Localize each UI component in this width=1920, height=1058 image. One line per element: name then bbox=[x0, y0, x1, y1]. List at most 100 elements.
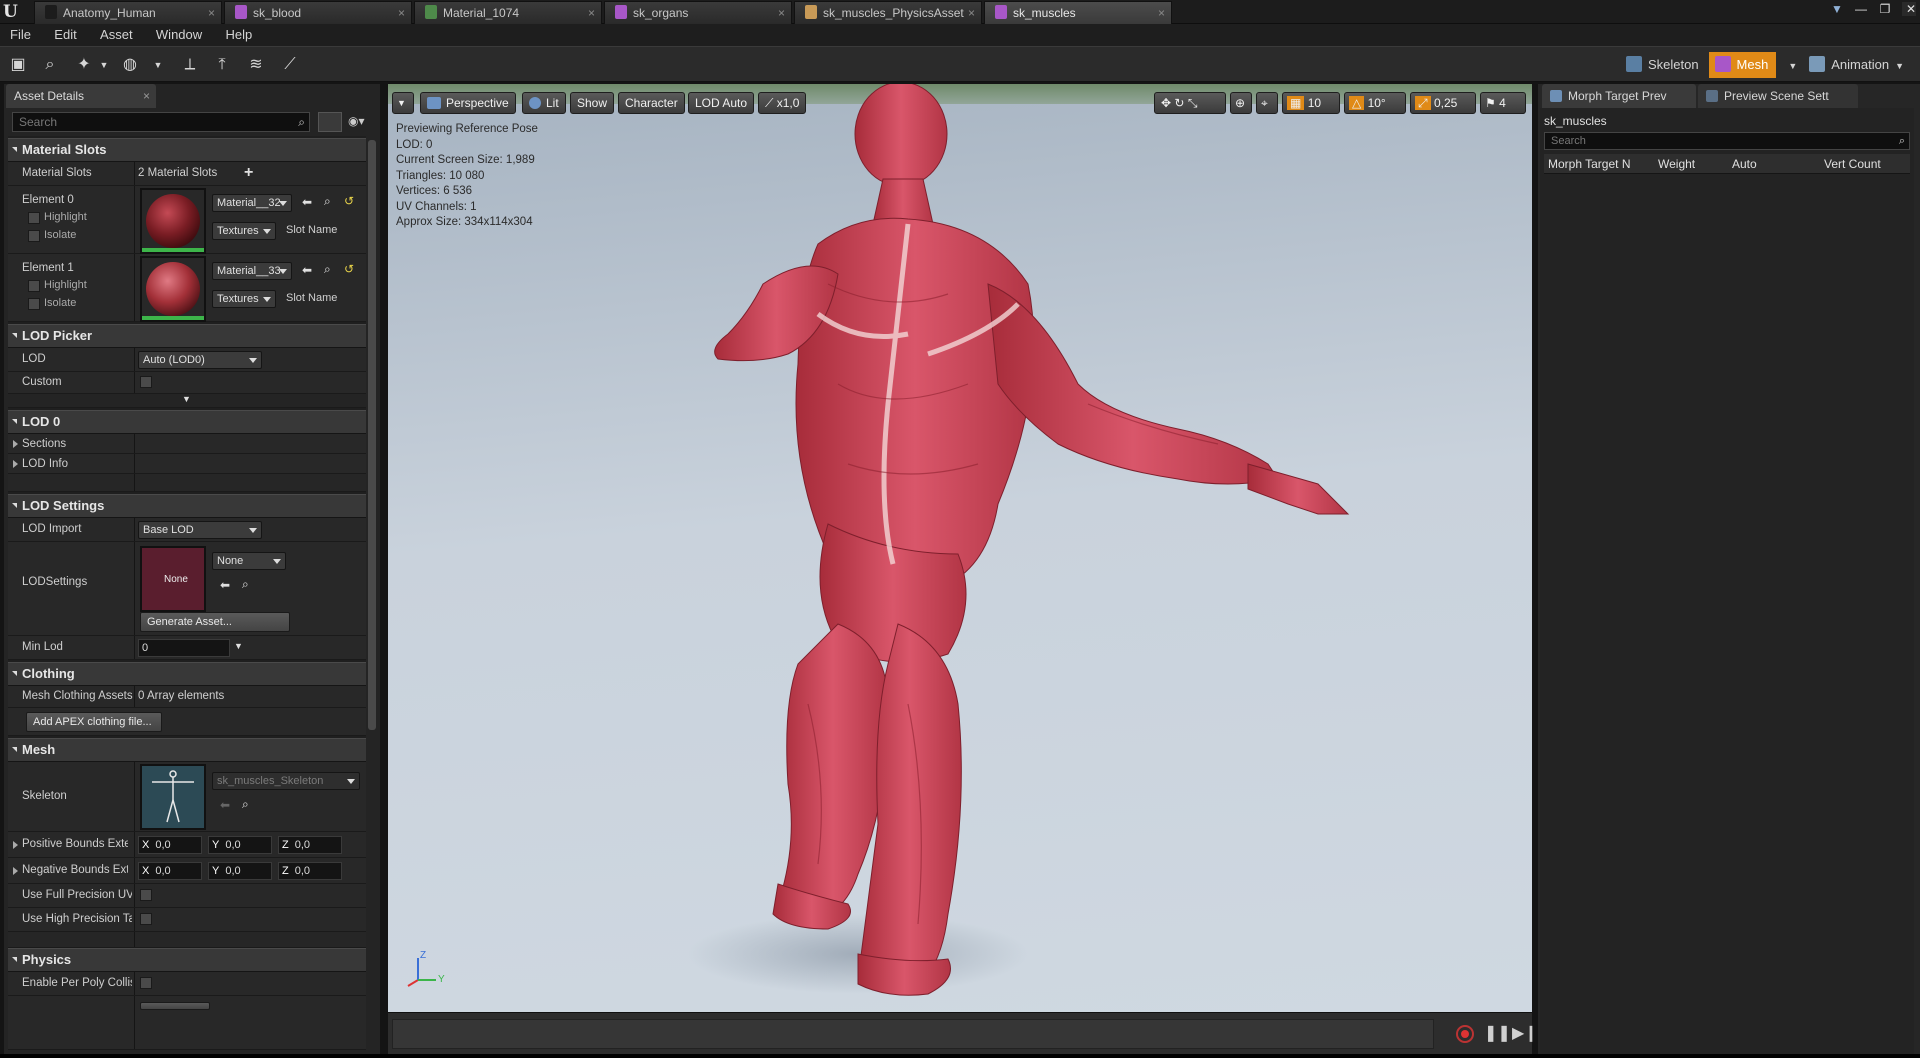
category-lod-picker[interactable]: LOD Picker bbox=[8, 324, 366, 348]
details-search-input[interactable]: Search ⌕ bbox=[12, 112, 310, 132]
high-precision-tangent-checkbox[interactable] bbox=[140, 913, 152, 925]
lod-auto-button[interactable]: LOD Auto bbox=[688, 92, 755, 114]
tab-material-1074[interactable]: Material_1074 × bbox=[414, 1, 602, 24]
morph-target-preview-tab[interactable]: Morph Target Prev bbox=[1542, 84, 1696, 108]
scale-snap-button[interactable]: ⤢ 0,25 bbox=[1410, 92, 1476, 114]
morph-search-input[interactable]: Search ⌕ bbox=[1544, 132, 1910, 150]
tab-sk-muscles-physicsasset[interactable]: sk_muscles_PhysicsAsset × bbox=[794, 1, 982, 24]
lod-import-combo[interactable]: Base LOD bbox=[138, 521, 262, 539]
textures-combo[interactable]: Textures bbox=[212, 222, 276, 240]
min-lod-input[interactable]: 0 bbox=[138, 639, 230, 657]
column-auto[interactable]: Auto bbox=[1732, 157, 1757, 171]
brush-icon[interactable]: ⟋ bbox=[278, 53, 302, 77]
rotate-icon[interactable]: ↻ bbox=[1174, 96, 1184, 110]
browse-icon[interactable]: ⌕ bbox=[242, 797, 249, 812]
grid-snap-button[interactable]: ▦ 10 bbox=[1282, 92, 1340, 114]
layers-icon[interactable]: ≋ bbox=[244, 53, 268, 77]
category-clothing[interactable]: Clothing bbox=[8, 662, 366, 686]
step-forward-icon[interactable]: ▶❙ bbox=[1512, 1023, 1538, 1043]
sections-row[interactable]: Sections bbox=[8, 434, 366, 454]
record-button[interactable] bbox=[1456, 1025, 1474, 1043]
use-selected-arrow-icon[interactable]: ⬅ bbox=[220, 578, 230, 592]
menu-asset[interactable]: Asset bbox=[90, 24, 143, 46]
save-icon[interactable]: ▣ bbox=[6, 53, 30, 77]
scale-icon[interactable]: ⤡ bbox=[1188, 96, 1198, 110]
reset-icon[interactable]: ↺ bbox=[344, 262, 354, 276]
notification-icon[interactable]: ▼ bbox=[1830, 2, 1844, 16]
tab-sk-organs[interactable]: sk_organs × bbox=[604, 1, 792, 24]
minimize-button[interactable]: — bbox=[1854, 2, 1868, 16]
category-lod-0[interactable]: LOD 0 bbox=[8, 410, 366, 434]
expand-icon[interactable] bbox=[13, 867, 18, 875]
close-icon[interactable]: × bbox=[143, 84, 150, 108]
animation-mode-button[interactable]: Animation ▼ bbox=[1803, 52, 1912, 78]
mesh-mode-button[interactable]: Mesh bbox=[1708, 52, 1777, 78]
isolate-checkbox[interactable] bbox=[28, 230, 40, 242]
lod-info-row[interactable]: LOD Info bbox=[8, 454, 366, 474]
preview-viewport[interactable]: ▼ Perspective Lit Show Character LOD Aut… bbox=[388, 84, 1532, 1012]
menu-edit[interactable]: Edit bbox=[44, 24, 86, 46]
close-tab-icon[interactable]: × bbox=[398, 2, 405, 24]
generate-asset-button[interactable]: Generate Asset... bbox=[140, 612, 290, 632]
angle-snap-button[interactable]: △ 10° bbox=[1344, 92, 1406, 114]
maximize-button[interactable]: ❐ bbox=[1878, 2, 1892, 16]
close-window-button[interactable]: ✕ bbox=[1902, 2, 1916, 16]
browse-icon[interactable]: ⌕ bbox=[324, 194, 331, 209]
menu-file[interactable]: File bbox=[0, 24, 41, 46]
details-scrollbar[interactable] bbox=[368, 140, 376, 730]
positive-bounds-y-input[interactable]: Y 0,0 bbox=[208, 836, 272, 854]
category-lod-settings[interactable]: LOD Settings bbox=[8, 494, 366, 518]
close-tab-icon[interactable]: × bbox=[778, 2, 785, 24]
use-selected-arrow-icon[interactable]: ⬅ bbox=[302, 263, 312, 277]
positive-bounds-z-input[interactable]: Z 0,0 bbox=[278, 836, 342, 854]
chevron-down-icon[interactable]: ▼ bbox=[92, 53, 116, 77]
lit-button[interactable]: Lit bbox=[522, 92, 566, 114]
mode-dropdown[interactable]: ▼ bbox=[1778, 52, 1802, 78]
tab-sk-muscles[interactable]: sk_muscles × bbox=[984, 1, 1172, 24]
column-vert-count[interactable]: Vert Count bbox=[1824, 157, 1881, 171]
lodsettings-thumbnail[interactable]: None bbox=[140, 546, 206, 612]
highlight-checkbox[interactable] bbox=[28, 212, 40, 224]
browse-icon[interactable]: ⌕ bbox=[324, 262, 331, 277]
timeline-scrubber[interactable] bbox=[392, 1019, 1434, 1049]
viewport-options-button[interactable]: ▼ bbox=[392, 92, 414, 114]
lod-combo[interactable]: Auto (LOD0) bbox=[138, 351, 262, 369]
category-mesh[interactable]: Mesh bbox=[8, 738, 366, 762]
close-tab-icon[interactable]: × bbox=[588, 2, 595, 24]
character-button[interactable]: Character bbox=[618, 92, 685, 114]
add-apex-clothing-button[interactable]: Add APEX clothing file... bbox=[26, 712, 162, 732]
material-thumbnail[interactable] bbox=[140, 256, 206, 322]
preview-scene-settings-tab[interactable]: Preview Scene Sett bbox=[1698, 84, 1858, 108]
material-thumbnail[interactable] bbox=[140, 188, 206, 254]
isolate-checkbox[interactable] bbox=[28, 298, 40, 310]
transform-tools[interactable]: ✥ ↻ ⤡ bbox=[1154, 92, 1226, 114]
enable-per-poly-checkbox[interactable] bbox=[140, 977, 152, 989]
reset-icon[interactable]: ↺ bbox=[344, 194, 354, 208]
pause-icon[interactable]: ❚❚ bbox=[1484, 1023, 1511, 1043]
chevron-down-icon[interactable]: ▼ bbox=[146, 53, 170, 77]
highlight-checkbox[interactable] bbox=[28, 280, 40, 292]
find-in-browser-icon[interactable]: ⌕ bbox=[38, 53, 62, 77]
translate-icon[interactable]: ✥ bbox=[1161, 96, 1171, 110]
material-combo[interactable]: Material__32 bbox=[212, 194, 292, 212]
bone-icon[interactable]: ⟂ bbox=[178, 53, 202, 77]
advanced-expander[interactable]: ▼ bbox=[8, 394, 366, 408]
negative-bounds-z-input[interactable]: Z 0,0 bbox=[278, 862, 342, 880]
property-matrix-button[interactable] bbox=[318, 112, 342, 132]
make-static-mesh-icon[interactable]: ⤒ bbox=[210, 53, 234, 77]
menu-window[interactable]: Window bbox=[146, 24, 212, 46]
add-icon[interactable]: + bbox=[244, 164, 253, 182]
surface-snap-icon[interactable]: ⌖ bbox=[1256, 92, 1278, 114]
custom-checkbox[interactable] bbox=[140, 376, 152, 388]
close-tab-icon[interactable]: × bbox=[968, 2, 975, 24]
positive-bounds-x-input[interactable]: X 0,0 bbox=[138, 836, 202, 854]
expand-icon[interactable] bbox=[13, 841, 18, 849]
playback-speed-button[interactable]: ⟋ x1,0 bbox=[758, 92, 807, 114]
tab-anatomy-human[interactable]: Anatomy_Human × bbox=[34, 1, 222, 24]
menu-help[interactable]: Help bbox=[216, 24, 263, 46]
column-morph-target-name[interactable]: Morph Target N bbox=[1548, 157, 1630, 171]
category-material-slots[interactable]: Material Slots bbox=[8, 138, 366, 162]
show-button[interactable]: Show bbox=[570, 92, 615, 114]
skeleton-thumbnail[interactable] bbox=[140, 764, 206, 830]
preview-mesh-icon[interactable]: ◍ bbox=[118, 53, 142, 77]
